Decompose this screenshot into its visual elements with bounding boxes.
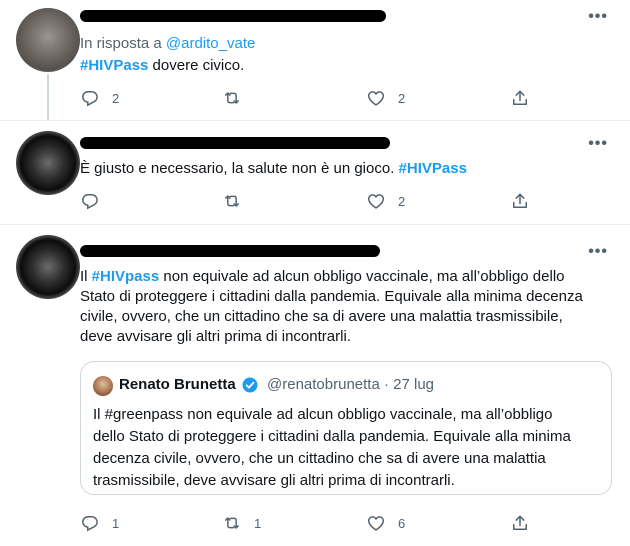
retweet-count: 1	[254, 515, 262, 531]
redacted-header	[80, 137, 390, 149]
tweet-actions: 2	[80, 191, 550, 213]
avatar[interactable]	[16, 131, 80, 195]
retweet-icon	[222, 88, 242, 108]
quoted-author-name[interactable]: Renato Brunetta	[119, 376, 236, 393]
retweet-icon	[222, 191, 242, 211]
thread-connector	[47, 74, 49, 120]
share-button[interactable]	[510, 191, 530, 211]
reply-count: 1	[112, 515, 120, 531]
hashtag-link[interactable]: #HIVPass	[80, 57, 148, 74]
reply-icon	[80, 513, 100, 533]
quoted-handle-date: @renatobrunetta · 27 lug	[267, 376, 434, 393]
tweet-1[interactable]: ••• In risposta a @ardito_vate #HIVPass …	[0, 0, 630, 120]
retweet-button[interactable]: 1	[222, 513, 261, 533]
share-icon	[510, 88, 530, 108]
share-icon	[510, 513, 530, 533]
redacted-header	[80, 245, 380, 257]
share-button[interactable]	[510, 513, 530, 533]
like-button[interactable]: 2	[366, 88, 405, 108]
avatar[interactable]	[16, 8, 80, 72]
hashtag-link[interactable]: #HIVpass	[92, 268, 160, 285]
tweet-actions: 1 1 6	[80, 513, 550, 535]
share-button[interactable]	[510, 88, 530, 108]
tweet-text: #HIVPass dovere civico.	[80, 57, 245, 74]
tweet-text: Il #HIVpass non equivale ad alcun obblig…	[80, 268, 583, 345]
like-button[interactable]: 2	[366, 191, 405, 211]
reply-context: In risposta a @ardito_vate	[80, 35, 256, 52]
reply-count: 2	[112, 90, 120, 106]
redacted-header	[80, 10, 386, 22]
heart-icon	[366, 88, 386, 108]
like-count: 6	[398, 515, 406, 531]
retweet-icon	[222, 513, 242, 533]
reply-icon	[80, 88, 100, 108]
reply-handle-link[interactable]: @ardito_vate	[166, 35, 255, 52]
more-options-icon[interactable]: •••	[588, 243, 608, 261]
reply-icon	[80, 191, 100, 211]
hashtag-link[interactable]: #HIVPass	[399, 160, 467, 177]
quoted-text: Il #greenpass non equivale ad alcun obbl…	[93, 406, 571, 489]
quoted-avatar[interactable]	[93, 376, 113, 396]
heart-icon	[366, 513, 386, 533]
more-options-icon[interactable]: •••	[588, 135, 608, 153]
share-icon	[510, 191, 530, 211]
tweet-3[interactable]: ••• Il #HIVpass non equivale ad alcun ob…	[0, 224, 630, 546]
tweet-2[interactable]: ••• È giusto e necessario, la salute non…	[0, 120, 630, 225]
tweet-actions: 2 2	[80, 88, 550, 110]
like-button[interactable]: 6	[366, 513, 405, 533]
reply-button[interactable]: 2	[80, 88, 119, 108]
retweet-button[interactable]	[222, 191, 254, 211]
tweet-text: È giusto e necessario, la salute non è u…	[80, 160, 467, 177]
quoted-tweet[interactable]: Renato Brunetta @renatobrunetta · 27 lug…	[80, 361, 612, 495]
more-options-icon[interactable]: •••	[588, 8, 608, 26]
reply-button[interactable]: 1	[80, 513, 119, 533]
like-count: 2	[398, 90, 406, 106]
heart-icon	[366, 191, 386, 211]
reply-button[interactable]	[80, 191, 112, 211]
like-count: 2	[398, 193, 406, 209]
verified-badge-icon	[242, 377, 258, 393]
avatar[interactable]	[16, 235, 80, 299]
retweet-button[interactable]	[222, 88, 254, 108]
